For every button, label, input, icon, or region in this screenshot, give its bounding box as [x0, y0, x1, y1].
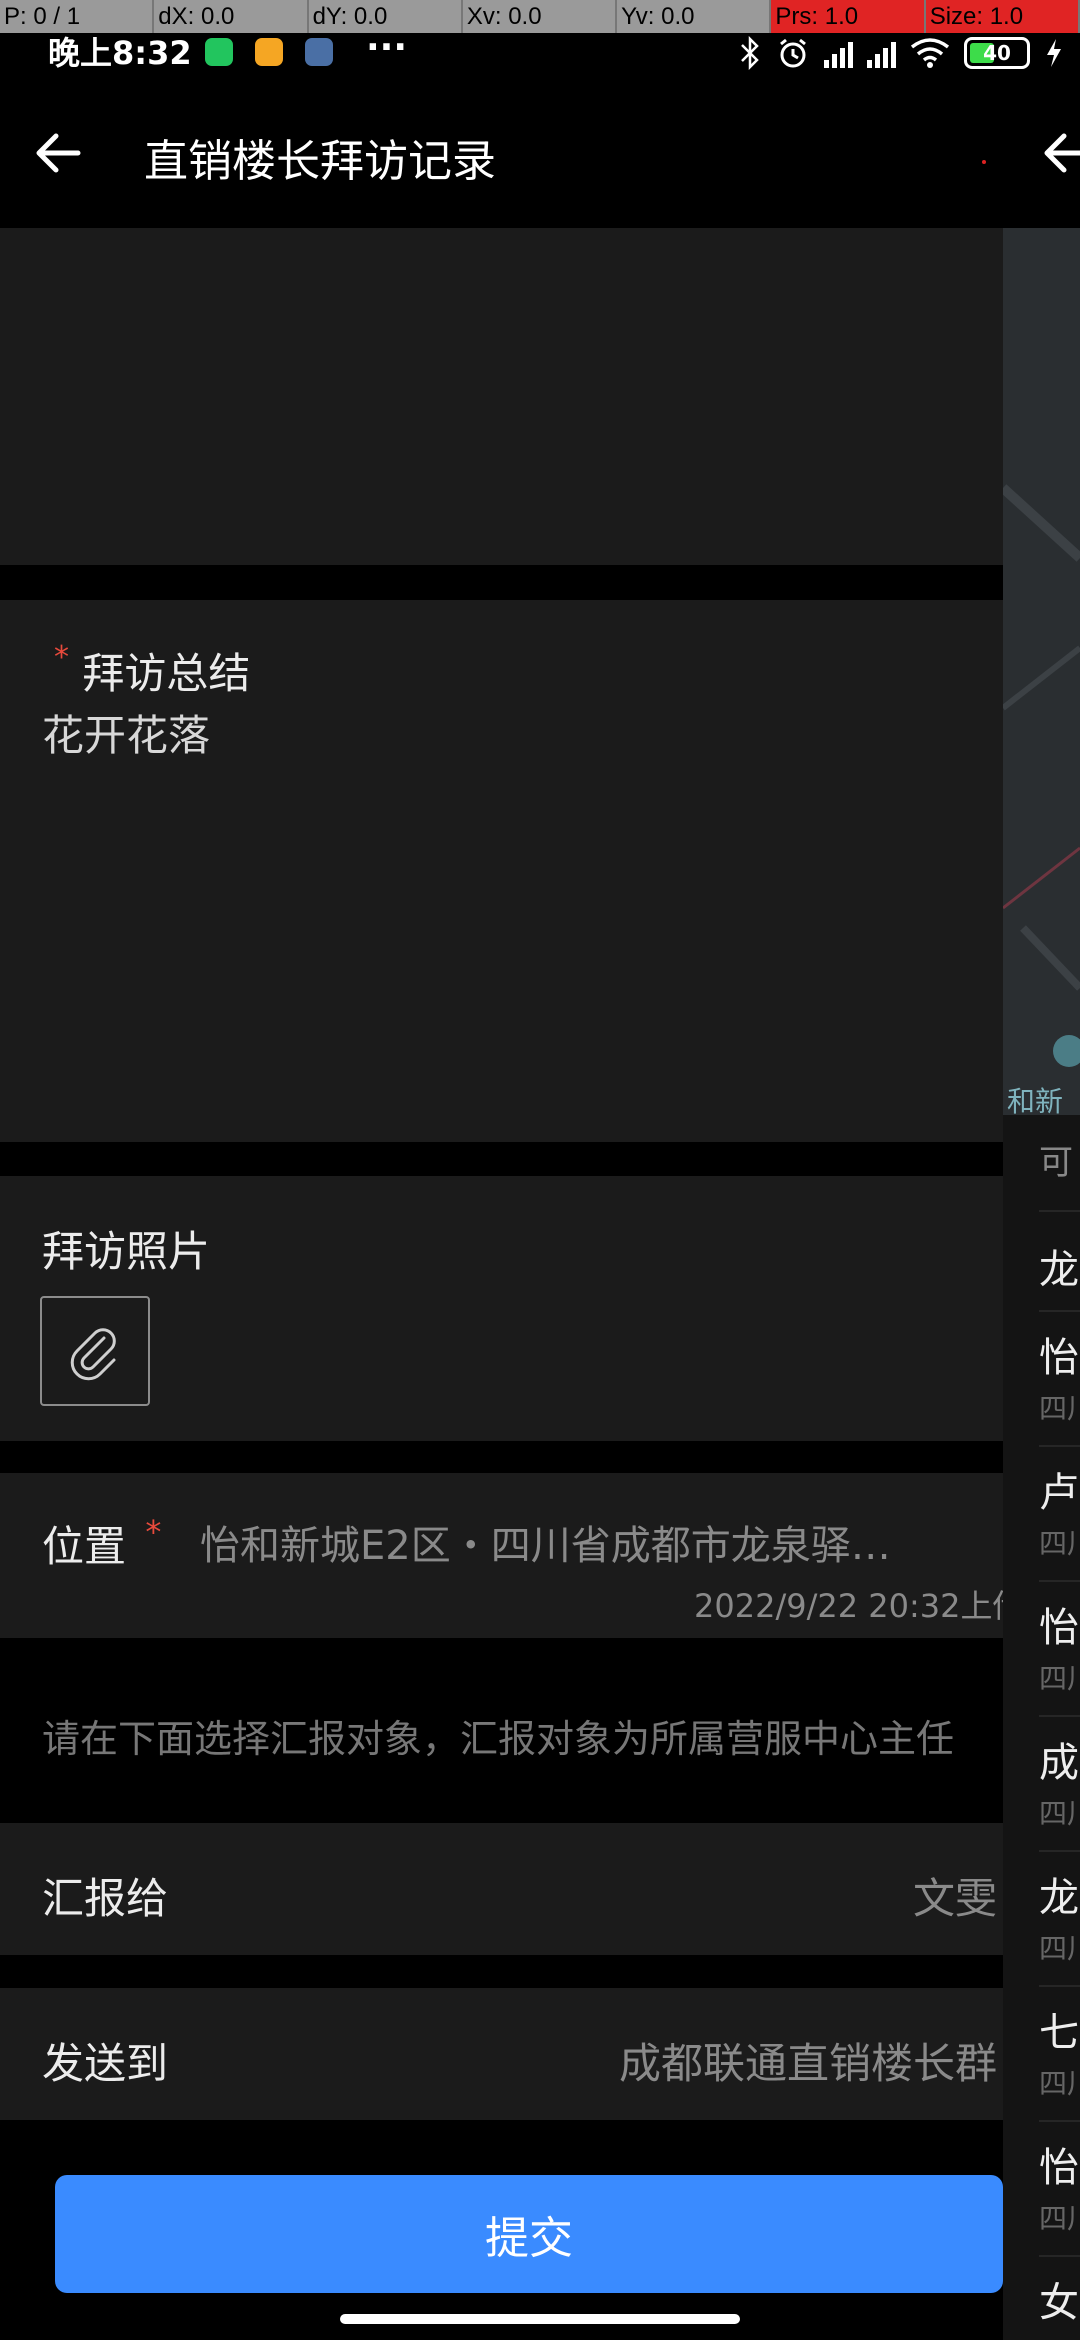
- paperclip-icon: [70, 1328, 116, 1381]
- status-time: 晚上8:32: [48, 34, 192, 72]
- location-value[interactable]: 怡和新城E2区・四川省成都市龙泉驿…: [200, 1513, 960, 1571]
- back-arrow-icon[interactable]: [30, 123, 90, 183]
- signal-strength-1-icon: [824, 38, 853, 68]
- back-arrow-icon[interactable]: [1038, 123, 1080, 183]
- list-item[interactable]: 怡四川: [1039, 1595, 1080, 1697]
- list-item[interactable]: 女: [1039, 2270, 1080, 2328]
- send-to-row[interactable]: 发送到 成都联通直销楼长群: [0, 1988, 1003, 2120]
- submit-button[interactable]: 提交: [55, 2175, 1003, 2293]
- status-bar: 晚上8:32 ··· 40: [0, 27, 1080, 73]
- debug-xv: Xv: 0.0: [463, 0, 618, 33]
- list-item[interactable]: 龙四川: [1039, 1865, 1080, 1967]
- pointer-debug-bar: P: 0 / 1 dX: 0.0 dY: 0.0 Xv: 0.0 Yv: 0.0…: [0, 0, 1080, 33]
- location-card[interactable]: 位置 * 怡和新城E2区・四川省成都市龙泉驿… 2022/9/22 20:32上…: [0, 1473, 1024, 1638]
- wifi-icon: [910, 38, 950, 68]
- report-hint-text: 请在下面选择汇报对象，汇报对象为所属营服中心主任: [42, 1717, 955, 1761]
- report-to-row[interactable]: 汇报给 文雯: [0, 1823, 1003, 1955]
- location-timestamp: 2022/9/22 20:32上传: [694, 1587, 1025, 1625]
- visit-summary-label-text: 拜访总结: [82, 649, 251, 698]
- red-dot-marker: [982, 160, 986, 164]
- visit-summary-card[interactable]: * 拜访总结 花开花落: [0, 600, 1003, 1142]
- map-place-label: 和新: [1007, 1086, 1063, 1115]
- notification-app-icon: [255, 38, 283, 66]
- location-label: 位置 *: [42, 1513, 161, 1574]
- list-item[interactable]: 七四川: [1039, 2000, 1080, 2102]
- map-roads: 和新: [1003, 484, 1080, 1117]
- debug-pointer-count: P: 0 / 1: [0, 0, 155, 33]
- report-to-value[interactable]: 文雯: [913, 1865, 997, 1926]
- list-header: 可: [1039, 1143, 1073, 1183]
- settings-app-icon: [305, 38, 333, 66]
- alarm-icon: [780, 38, 806, 68]
- visit-photos-label: 拜访照片: [42, 1227, 211, 1276]
- location-label-text: 位置: [42, 1522, 127, 1571]
- report-to-label: 汇报给: [42, 1874, 169, 1923]
- send-to-value[interactable]: 成都联通直销楼长群: [619, 2030, 997, 2091]
- send-to-label: 发送到: [42, 2039, 169, 2088]
- add-photo-button[interactable]: [40, 1296, 150, 1406]
- battery-icon: 40: [964, 37, 1030, 69]
- map-poi-icon: [1053, 1035, 1080, 1067]
- location-picker-peek-panel: 和新 可 龙 怡四川 卢四川 怡四川 成四川 龙四川 七四川 怡四川 女: [1003, 73, 1080, 2340]
- required-mark: *: [54, 640, 69, 675]
- map-view[interactable]: 和新: [1003, 228, 1080, 1117]
- home-indicator[interactable]: [340, 2314, 740, 2324]
- list-item[interactable]: 怡四川: [1039, 2135, 1080, 2237]
- form-sheet: * 拜访总结 花开花落 拜访照片 位置 * 怡和新城E2区・四川省成都市龙泉驿……: [0, 228, 1024, 2340]
- visit-summary-label: * 拜访总结: [54, 640, 250, 701]
- bluetooth-icon: [741, 36, 759, 70]
- top-content-card: [0, 228, 1003, 565]
- app-bar: 直销楼长拜访记录: [0, 73, 1080, 228]
- list-item[interactable]: 成四川: [1039, 1730, 1080, 1832]
- list-item[interactable]: 龙: [1039, 1237, 1080, 1295]
- debug-dx: dX: 0.0: [154, 0, 309, 33]
- list-item[interactable]: 卢四川: [1039, 1460, 1080, 1562]
- battery-level: 40: [983, 41, 1011, 65]
- wechat-icon: [205, 38, 233, 66]
- nearby-location-list: 可 龙 怡四川 卢四川 怡四川 成四川 龙四川 七四川 怡四川 女: [1003, 1115, 1080, 2340]
- debug-pressure: Prs: 1.0: [771, 0, 926, 33]
- debug-yv: Yv: 0.0: [617, 0, 772, 33]
- signal-strength-2-icon: [867, 38, 896, 68]
- page-title: 直销楼长拜访记录: [144, 136, 496, 187]
- list-item[interactable]: 怡四川: [1039, 1325, 1080, 1427]
- visit-summary-value[interactable]: 花开花落: [42, 702, 210, 763]
- required-mark: *: [145, 1513, 162, 1551]
- charging-icon: [1047, 39, 1061, 67]
- more-notifications-icon: ···: [366, 27, 408, 68]
- visit-photos-card: 拜访照片: [0, 1176, 1003, 1441]
- debug-size: Size: 1.0: [925, 0, 1080, 33]
